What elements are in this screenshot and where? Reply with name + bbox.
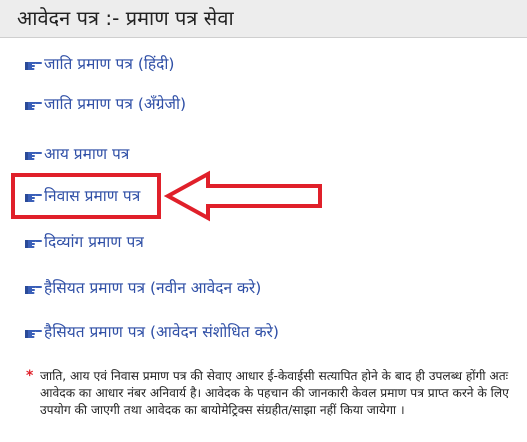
service-label: जाति प्रमाण पत्र (अँग्रेजी) (44, 95, 187, 113)
service-label: दिव्यांग प्रमाण पत्र (44, 233, 144, 251)
service-link-solvency-modify[interactable]: हैसियत प्रमाण पत्र (आवेदन संशोधित करे) (25, 320, 279, 344)
service-link-income[interactable]: आय प्रमाण पत्र (25, 142, 129, 166)
service-link-caste-english[interactable]: जाति प्रमाण पत्र (अँग्रेजी) (25, 92, 186, 116)
highlight-box (11, 173, 161, 219)
pointing-hand-icon (25, 147, 42, 161)
service-label: जाति प्रमाण पत्र (हिंदी) (44, 55, 175, 73)
pointing-hand-icon (25, 325, 42, 339)
service-link-solvency-new[interactable]: हैसियत प्रमाण पत्र (नवीन आवेदन करे) (25, 276, 261, 300)
service-link-disability[interactable]: दिव्यांग प्रमाण पत्र (25, 230, 144, 254)
aadhaar-note: * जाति, आय एवं निवास प्रमाण पत्र की सेवा… (26, 368, 518, 419)
certificate-services-page: आवेदन पत्र :- प्रमाण पत्र सेवा जाति प्रम… (0, 0, 527, 442)
required-asterisk: * (26, 368, 34, 384)
service-label: हैसियत प्रमाण पत्र (नवीन आवेदन करे) (44, 279, 262, 297)
service-label: आय प्रमाण पत्र (44, 145, 130, 163)
pointing-hand-icon (25, 281, 42, 295)
note-text: जाति, आय एवं निवास प्रमाण पत्र की सेवाए … (40, 369, 509, 417)
pointing-hand-icon (25, 57, 42, 71)
service-link-caste-hindi[interactable]: जाति प्रमाण पत्र (हिंदी) (25, 52, 174, 76)
pointing-hand-icon (25, 97, 42, 111)
service-label: हैसियत प्रमाण पत्र (आवेदन संशोधित करे) (44, 323, 279, 341)
left-arrow-icon (164, 170, 322, 222)
pointing-hand-icon (25, 235, 42, 249)
